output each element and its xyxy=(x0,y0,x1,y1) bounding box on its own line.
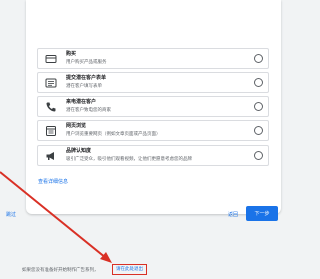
goal-radio[interactable] xyxy=(254,102,263,111)
footer-text: 如果您没有准备好开始制作广告系列， xyxy=(22,268,99,273)
card-icon xyxy=(45,55,57,63)
goal-option-phone-call[interactable]: 来电潜在客户 潜在客户致电您的商家 xyxy=(37,96,269,117)
goal-option-brand-awareness[interactable]: 品牌认知度 吸引广泛受众，吸引他们观看视频，让他们更愿意考虑您的品牌 xyxy=(37,145,269,166)
back-button[interactable]: 返回 xyxy=(228,211,238,218)
skip-button[interactable]: 跳过 xyxy=(6,211,16,218)
goal-description: 用户浏览重要网页（例如文章页面或产品页面） xyxy=(66,132,161,137)
view-details-link[interactable]: 查看详细信息 xyxy=(38,178,68,185)
phone-icon xyxy=(46,102,56,112)
goal-description: 潜在客户填写表单 xyxy=(66,84,102,89)
webpage-icon xyxy=(46,126,56,136)
goal-radio[interactable] xyxy=(254,126,263,135)
goal-radio[interactable] xyxy=(254,151,263,160)
megaphone-icon xyxy=(46,152,54,160)
goal-title: 购买 xyxy=(66,51,77,57)
exit-here-link[interactable]: 请在此处退出 xyxy=(112,264,147,275)
next-button[interactable]: 下一步 xyxy=(246,206,278,221)
goal-description: 潜在客户致电您的商家 xyxy=(66,108,111,113)
goal-title: 网页浏览 xyxy=(66,123,87,129)
goal-title: 来电潜在客户 xyxy=(66,99,97,105)
goal-title: 提交潜在客户表单 xyxy=(66,75,107,81)
goal-description: 用户购买产品或服务 xyxy=(66,60,107,65)
form-icon xyxy=(45,78,57,88)
goal-option-lead-form[interactable]: 提交潜在客户表单 潜在客户填写表单 xyxy=(37,72,269,93)
goal-selection-card: 购买 用户购买产品或服务 提交潜在客户表单 潜在客户填写表单 来电潜在客户 潜在… xyxy=(26,0,281,214)
goal-radio[interactable] xyxy=(254,78,263,87)
goal-title: 品牌认知度 xyxy=(66,148,92,154)
goal-description: 吸引广泛受众，吸引他们观看视频，让他们更愿意考虑您的品牌 xyxy=(66,157,192,162)
goal-option-page-view[interactable]: 网页浏览 用户浏览重要网页（例如文章页面或产品页面） xyxy=(37,120,269,141)
goal-option-purchase[interactable]: 购买 用户购买产品或服务 xyxy=(37,48,269,69)
goal-radio[interactable] xyxy=(254,54,263,63)
